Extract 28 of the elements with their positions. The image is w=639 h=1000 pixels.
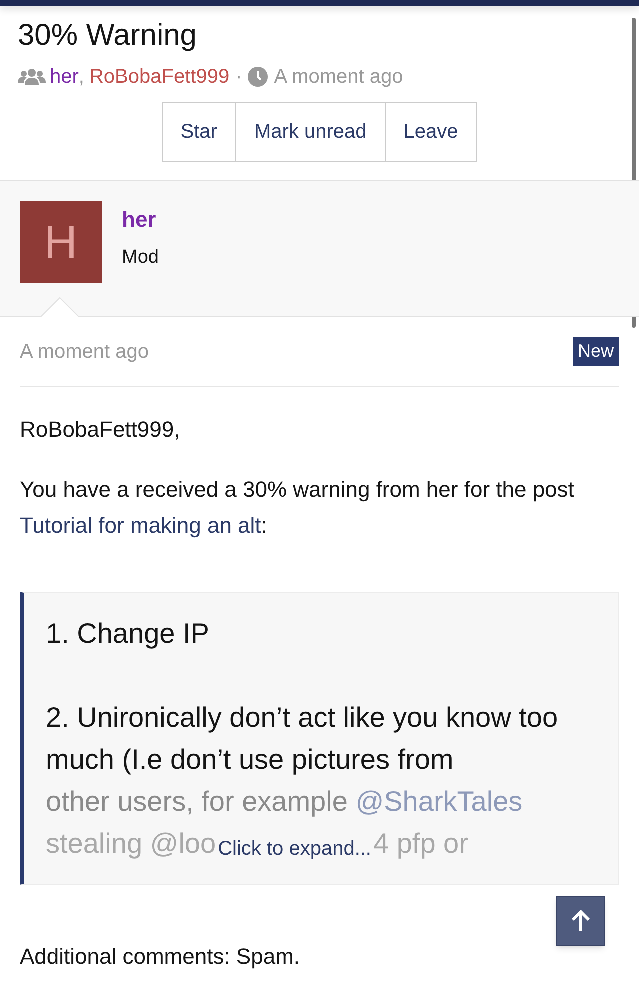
quote-text: 2. Unironically don’t act like you know too much (I.e don’t use pictures from — [46, 701, 560, 777]
avatar: H — [20, 201, 102, 283]
faded-quote-text: stealing @loo — [46, 827, 216, 861]
scroll-top-button[interactable] — [556, 896, 605, 946]
new-badge: New — [572, 337, 619, 366]
dot-separator: · — [236, 65, 242, 90]
comma-separator: , — [78, 65, 84, 90]
participant-link[interactable]: RoBobaFett999 — [89, 64, 230, 90]
thread-time: A moment ago — [274, 65, 404, 90]
participant-link[interactable]: her — [50, 64, 79, 90]
thread-action-button[interactable]: Leave — [384, 102, 478, 162]
expand-link[interactable]: Click to expand... — [216, 835, 374, 863]
faded-quote-text: 4 pfp or — [374, 827, 468, 861]
comments-text: Additional comments: Spam. — [20, 943, 302, 971]
message-time: A moment ago — [20, 340, 149, 364]
thread-action-button[interactable]: Star — [162, 102, 236, 162]
faded-quote-text: other users, for example @SharkTales — [46, 785, 524, 819]
clock-icon — [248, 67, 268, 87]
users-icon — [18, 68, 46, 86]
arrow-up-icon — [570, 910, 590, 932]
post-link[interactable]: Tutorial for making an alt — [20, 513, 262, 538]
author-role: Mod — [122, 246, 159, 270]
quote-text: 1. Change IP — [46, 617, 210, 651]
author-name[interactable]: her — [122, 206, 159, 234]
greeting-text: RoBobaFett999, — [20, 416, 182, 444]
warning-text: You have a received a 30% warning from her for the post Tutorial for making an alt: — [20, 476, 576, 540]
thread-action-button[interactable]: Mark unread — [235, 102, 386, 162]
thread-title: 30% Warning — [18, 18, 198, 54]
